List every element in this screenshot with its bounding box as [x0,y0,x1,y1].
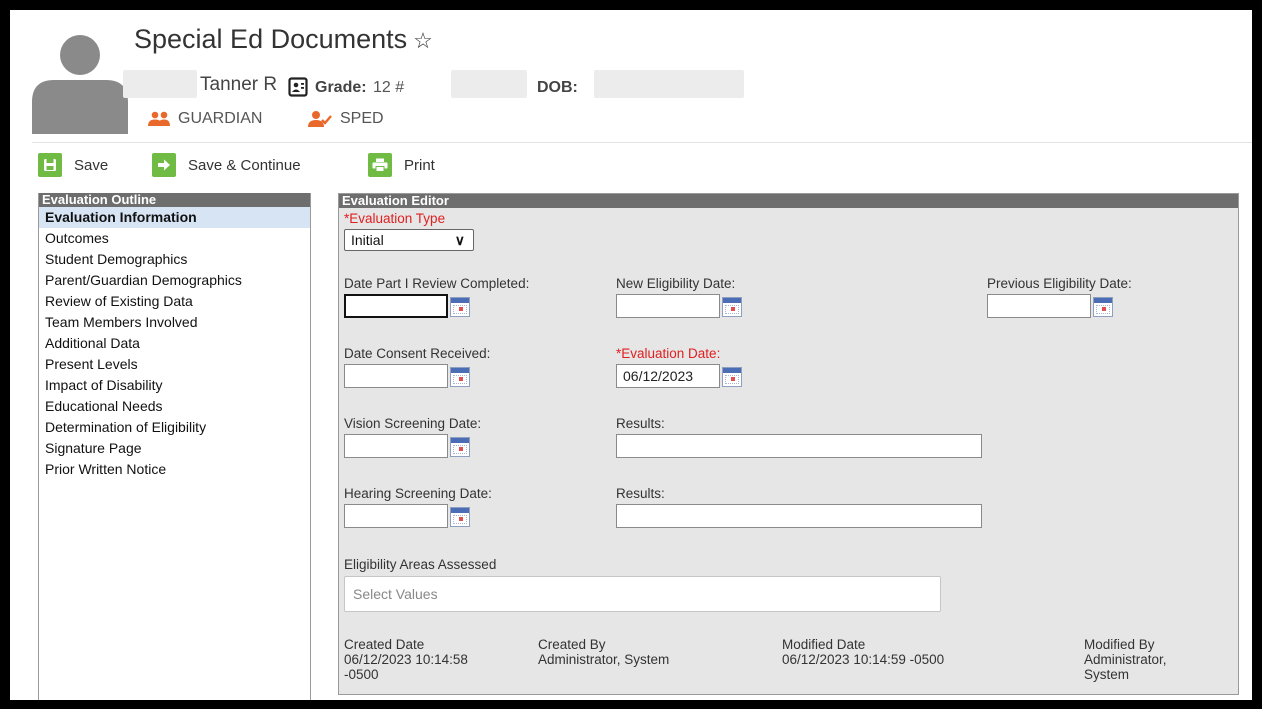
calendar-icon[interactable] [450,297,470,317]
eligibility-areas-label: Eligibility Areas Assessed [344,557,497,572]
dob-label: DOB: [537,79,578,96]
sped-flag[interactable]: SPED [308,110,384,128]
consent-input[interactable] [344,364,448,388]
student-avatar [32,35,128,134]
created-by-label: Created By [538,637,606,652]
users-icon [148,111,170,126]
redacted-dob [594,70,744,98]
header-divider [32,142,1252,143]
outline-item[interactable]: Educational Needs [39,396,310,417]
redacted-student-number [451,70,527,98]
print-button[interactable]: Print [368,153,435,177]
sped-flag-label: SPED [340,110,384,127]
modified-date: Modified Date 06/12/2023 10:14:59 -0500 [782,637,1002,667]
outline-item[interactable]: Signature Page [39,438,310,459]
guardian-flag[interactable]: GUARDIAN [148,110,262,128]
outline-item[interactable]: Team Members Involved [39,312,310,333]
save-continue-button-label: Save & Continue [188,156,301,174]
created-by-value: Administrator, System [538,652,670,667]
outline-header: Evaluation Outline [39,193,310,207]
new-eligibility-input[interactable] [616,294,720,318]
calendar-icon[interactable] [450,507,470,527]
created-by: Created By Administrator, System [538,637,738,667]
hearing-results-input[interactable] [616,504,982,528]
outline-item[interactable]: Prior Written Notice [39,459,310,480]
evaluation-type-label: *Evaluation Type [344,211,446,226]
student-name: Tanner R [200,74,278,95]
grade-value: 12 # [373,79,405,96]
page-title: Special Ed Documents ☆ [134,24,433,55]
eligibility-areas-multiselect[interactable]: Select Values [344,576,941,612]
evaluation-editor: Evaluation Editor *Evaluation Type Initi… [338,193,1239,695]
contact-card-icon[interactable] [288,77,308,97]
hearing-date-input[interactable] [344,504,448,528]
vision-date-input[interactable] [344,434,448,458]
outline-item[interactable]: Outcomes [39,228,310,249]
vision-results-input[interactable] [616,434,982,458]
evaluation-type-select[interactable]: Initial ∨ [344,229,474,251]
modified-by: Modified By Administrator, System [1084,637,1194,682]
consent-label: Date Consent Received: [344,346,491,361]
evaluation-date-input[interactable] [616,364,720,388]
created-date-label: Created Date [344,637,425,652]
page-title-text: Special Ed Documents [134,24,408,54]
created-date-value: 06/12/2023 10:14:58 -0500 [344,652,468,682]
created-date: Created Date 06/12/2023 10:14:58 -0500 [344,637,504,682]
modified-by-label: Modified By [1084,637,1155,652]
eligibility-areas-placeholder: Select Values [353,586,438,602]
evaluation-type-value: Initial [351,232,384,248]
outline-item[interactable]: Additional Data [39,333,310,354]
outline-item[interactable]: Present Levels [39,354,310,375]
printer-icon [368,153,392,177]
chevron-down-icon: ∨ [454,232,465,248]
save-icon [38,153,62,177]
guardian-flag-label: GUARDIAN [178,110,263,127]
prev-eligibility-input[interactable] [987,294,1091,318]
prev-eligibility-label: Previous Eligibility Date: [987,276,1132,291]
modified-date-label: Modified Date [782,637,866,652]
grade-label: Grade: [315,79,367,96]
date-part1-label: Date Part I Review Completed: [344,276,530,291]
outline-item[interactable]: Student Demographics [39,249,310,270]
date-part1-input[interactable] [344,294,448,318]
vision-label: Vision Screening Date: [344,416,482,431]
save-button[interactable]: Save [38,153,108,177]
save-continue-button[interactable]: Save & Continue [152,153,301,177]
hearing-results-label: Results: [616,486,665,501]
app-window: Special Ed Documents ☆ Tanner R Grade: 12… [10,10,1252,700]
evaluation-date-label: *Evaluation Date: [616,346,721,361]
vision-results-label: Results: [616,416,665,431]
redacted-first-name [123,70,197,98]
editor-header: Evaluation Editor [339,194,1238,208]
modified-date-value: 06/12/2023 10:14:59 -0500 [782,652,945,667]
new-eligibility-label: New Eligibility Date: [616,276,736,291]
calendar-icon[interactable] [722,297,742,317]
calendar-icon[interactable] [722,367,742,387]
calendar-icon[interactable] [1093,297,1113,317]
outline-item[interactable]: Parent/Guardian Demographics [39,270,310,291]
modified-by-value: Administrator, System [1084,652,1167,682]
save-button-label: Save [74,156,109,174]
star-icon[interactable]: ☆ [413,28,433,53]
print-button-label: Print [404,156,435,174]
outline-item[interactable]: Evaluation Information [39,207,310,228]
user-check-icon [308,111,332,127]
outline-list: Evaluation Information Outcomes Student De… [39,207,310,480]
evaluation-outline: Evaluation Outline Evaluation Informatio… [38,193,311,700]
outline-item[interactable]: Determination of Eligibility [39,417,310,438]
outline-item[interactable]: Impact of Disability [39,375,310,396]
arrow-right-icon [152,153,176,177]
outline-item[interactable]: Review of Existing Data [39,291,310,312]
calendar-icon[interactable] [450,437,470,457]
calendar-icon[interactable] [450,367,470,387]
hearing-label: Hearing Screening Date: [344,486,492,501]
